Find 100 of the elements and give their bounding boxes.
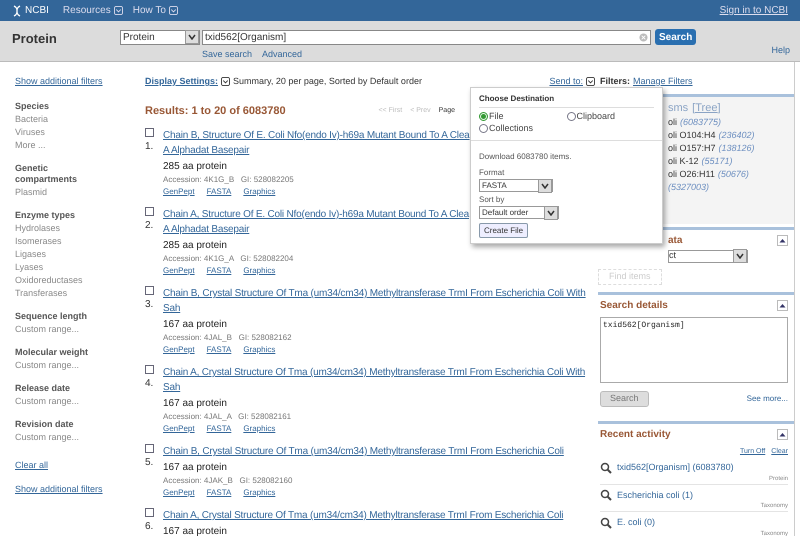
result-number: 2. [145,219,154,233]
see-more-link[interactable]: See more... [746,392,788,404]
result-link[interactable]: FASTA [206,423,232,435]
filter-item[interactable]: Oxidoreductases [15,274,145,286]
result-title-link[interactable]: Chain B, Structure Of E. Coli Nfo(endo Iv)-h69a Mutant Bound To A Clea [163,128,470,143]
result-number: 1. [145,140,154,154]
result-title-link[interactable]: A Alphadat Basepair [163,143,470,158]
result-checkbox[interactable] [145,207,154,216]
accession-text: Accession: 4JAK_B GI: 528082160 [163,475,294,487]
show-filters-link[interactable]: Show additional filters [15,484,103,494]
panel-title-fragment: sms [668,100,688,116]
database-select[interactable]: Protein [120,30,200,44]
protein-length: 167 aa protein [163,461,228,475]
search-button[interactable]: Search [655,29,696,45]
result-number: 3. [145,298,154,312]
filter-item[interactable]: Custom range... [15,322,145,334]
radio-button[interactable] [479,112,488,120]
result-title-link[interactable]: Sah [163,380,586,395]
organism-name[interactable]: oli [668,116,678,129]
result-link[interactable]: Graphics [243,186,276,198]
result-link[interactable]: Graphics [243,265,276,277]
filter-item[interactable]: Custom range... [15,358,145,370]
activity-item-link[interactable]: txid562[Organism] (6083780) [617,461,734,474]
search-option-link[interactable]: Advanced [262,48,302,62]
ncbi-logo[interactable]: NCBI [25,3,49,18]
result-link[interactable]: Graphics [243,423,276,435]
result-title-link[interactable]: Chain A, Crystal Structure Of Tma (um34/cm34) Methyltransferase TrmI From Escherichia Coli [163,508,564,523]
caret-icon [586,77,595,86]
format-select[interactable]: FASTA [479,179,553,192]
filter-item[interactable]: Lyases [15,260,145,272]
filter-group-title: Species [15,100,50,112]
panel-title: Recent activity [600,428,671,442]
clear-all-link[interactable]: Clear all [15,460,48,470]
result-link[interactable]: FASTA [206,265,232,277]
details-search-button[interactable]: Search [600,390,649,406]
result-checkbox[interactable] [145,365,154,374]
display-settings-link[interactable]: Display Settings: [145,75,218,88]
organism-name[interactable]: oli K-12 [668,155,699,168]
organism-name[interactable]: oli O157:H7 [668,142,716,155]
organism-name[interactable]: oli O26:H11 [668,168,715,181]
result-link[interactable]: GenPept [163,265,195,277]
filter-item[interactable]: Transferases [15,286,145,298]
filter-item[interactable]: Plasmid [15,186,145,198]
result-link[interactable]: Graphics [243,487,276,499]
sign-in-link[interactable]: Sign in to NCBI [720,3,788,18]
result-title-link[interactable]: Chain B, Crystal Structure Of Tma (um34/cm34) Methyltransferase TrmI From Escherichia Coli [163,444,564,459]
manage-filters-link[interactable]: Manage Filters [633,75,693,88]
collapse-button[interactable] [777,300,788,310]
filter-item[interactable]: Isomerases [15,234,145,246]
radio-label[interactable]: File [489,110,504,122]
protein-length: 167 aa protein [163,525,228,536]
result-title-link[interactable]: Chain A, Crystal Structure Of Tma (um34/cm34) Methyltransferase TrmI From Escherichia Coli With [163,365,586,380]
caret-icon [221,77,230,86]
result-checkbox[interactable] [145,128,154,137]
help-link[interactable]: Help [771,44,790,57]
radio-label[interactable]: Clipboard [576,110,616,122]
radio-label[interactable]: Collections [489,122,534,134]
filter-item[interactable]: Hydrolases [15,222,145,234]
result-title-link[interactable]: Chain A, Structure Of E. Coli Nfo(endo Iv)-h69a Mutant Bound To A Clea [163,207,469,222]
send-to-link[interactable]: Send to: [549,75,583,88]
search-input[interactable]: txid562[Organism] [202,30,651,44]
result-link[interactable]: FASTA [206,487,232,499]
sort-select[interactable]: Default order [479,206,559,219]
show-filters-link[interactable]: Show additional filters [15,76,103,86]
result-checkbox[interactable] [145,444,154,453]
collapse-button[interactable] [777,234,788,246]
filter-item[interactable]: Viruses [15,126,145,138]
result-link[interactable]: GenPept [163,344,195,356]
activity-item-link[interactable]: E. coli (0) [617,516,656,530]
format-label: Format [479,167,506,179]
filter-item[interactable]: Ligases [15,248,145,260]
result-title-link[interactable]: Chain B, Crystal Structure Of Tma (um34/cm34) Methyltransferase TrmI From Escherichia Coli With [163,286,586,301]
filter-item[interactable]: Custom range... [15,394,145,406]
result-link[interactable]: FASTA [206,186,232,198]
filter-item[interactable]: Bacteria [15,112,145,124]
radio-button[interactable] [479,124,488,132]
database-select[interactable]: ct [668,250,748,262]
collapse-button[interactable] [777,428,788,440]
organism-name[interactable]: oli O104:H4 [668,129,716,142]
search-option-link[interactable]: Save search [202,48,252,62]
query-textarea[interactable]: txid562[Organism] [600,316,788,382]
result-title-link[interactable]: Sah [163,301,586,316]
create-file-button[interactable]: Create File [479,223,528,238]
result-link[interactable]: GenPept [163,423,195,435]
result-checkbox[interactable] [145,286,154,295]
result-number: 5. [145,456,154,470]
result-link[interactable]: GenPept [163,487,195,499]
result-link[interactable]: GenPept [163,186,195,198]
radio-button[interactable] [566,112,576,120]
activity-item-link[interactable]: Escherichia coli (1) [617,488,694,502]
result-title-link[interactable]: A Alphadat Basepair [163,222,469,237]
result-checkbox[interactable] [145,508,154,517]
query-text: txid562[Organism] [205,30,286,44]
panel-title-fragment: ata [668,234,682,248]
result-link[interactable]: Graphics [243,344,276,356]
menu-button[interactable]: How To [132,3,178,18]
filter-item[interactable]: Custom range... [15,430,145,442]
filter-item[interactable]: More ... [15,138,145,150]
menu-button[interactable]: Resources [62,3,123,18]
result-link[interactable]: FASTA [206,344,232,356]
